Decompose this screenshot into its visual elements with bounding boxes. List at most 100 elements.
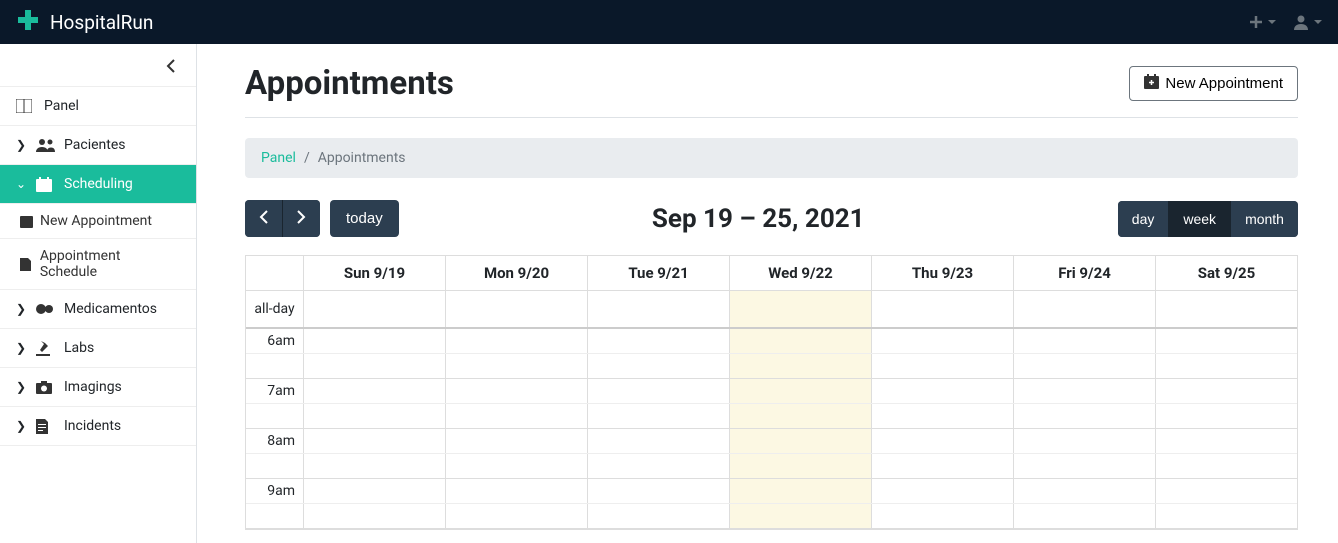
sidebar-item-medicamentos[interactable]: ❯ Medicamentos — [0, 290, 196, 329]
calendar-slot[interactable] — [1014, 379, 1156, 403]
calendar-slot[interactable] — [872, 504, 1014, 528]
calendar-slot[interactable] — [872, 354, 1014, 378]
calendar-slot[interactable] — [1014, 429, 1156, 453]
calendar-slot[interactable] — [872, 379, 1014, 403]
calendar-prev-button[interactable] — [245, 200, 283, 237]
calendar-slot[interactable] — [872, 404, 1014, 428]
calendar-slot[interactable] — [730, 479, 872, 503]
calendar-slot[interactable] — [446, 404, 588, 428]
calendar-slot[interactable] — [1156, 504, 1297, 528]
users-icon — [36, 138, 64, 152]
breadcrumb-home[interactable]: Panel — [261, 150, 296, 166]
sidebar-subitem-label: Appointment Schedule — [40, 248, 180, 280]
sidebar-subitem-new-appointment[interactable]: New Appointment — [0, 204, 196, 239]
sidebar-item-labs[interactable]: ❯ Labs — [0, 329, 196, 368]
calendar-day-header[interactable]: Tue 9/21 — [588, 256, 730, 290]
calendar-slot[interactable] — [588, 329, 730, 353]
calendar-slot[interactable] — [588, 354, 730, 378]
sidebar-item-label: Labs — [64, 340, 94, 356]
calendar-slot[interactable] — [1014, 479, 1156, 503]
calendar-slot[interactable] — [730, 429, 872, 453]
calendar-slot[interactable] — [1156, 379, 1297, 403]
calendar-slot[interactable] — [304, 354, 446, 378]
sidebar-collapse[interactable] — [0, 44, 196, 86]
calendar-slot[interactable] — [304, 329, 446, 353]
calendar-slot[interactable] — [588, 504, 730, 528]
calendar-slot[interactable] — [1156, 329, 1297, 353]
calendar-slot[interactable] — [588, 479, 730, 503]
calendar-allday-cell[interactable] — [446, 291, 588, 327]
calendar-slot[interactable] — [588, 379, 730, 403]
calendar-slot[interactable] — [1014, 404, 1156, 428]
calendar-plus-icon — [20, 215, 40, 228]
calendar-slot[interactable] — [588, 429, 730, 453]
view-day-button[interactable]: day — [1118, 201, 1170, 237]
calendar-day-header[interactable]: Sat 9/25 — [1156, 256, 1297, 290]
calendar-slot[interactable] — [446, 429, 588, 453]
calendar-slot[interactable] — [1014, 454, 1156, 478]
view-month-button[interactable]: month — [1231, 201, 1298, 237]
new-appointment-button[interactable]: New Appointment — [1129, 66, 1298, 101]
calendar-slot[interactable] — [446, 504, 588, 528]
calendar-allday-cell[interactable] — [1014, 291, 1156, 327]
calendar-slot[interactable] — [588, 404, 730, 428]
calendar-slot[interactable] — [730, 504, 872, 528]
sidebar-item-label: Medicamentos — [64, 301, 157, 317]
calendar-day-header[interactable]: Wed 9/22 — [730, 256, 872, 290]
calendar-slot[interactable] — [1014, 504, 1156, 528]
calendar-allday-cell[interactable] — [872, 291, 1014, 327]
calendar-slot[interactable] — [446, 329, 588, 353]
brand[interactable]: HospitalRun — [16, 8, 153, 37]
calendar-slot[interactable] — [1156, 429, 1297, 453]
calendar-day-header[interactable]: Fri 9/24 — [1014, 256, 1156, 290]
calendar-slot[interactable] — [1014, 329, 1156, 353]
sidebar-item-incidents[interactable]: ❯ Incidents — [0, 407, 196, 446]
calendar-slot[interactable] — [446, 454, 588, 478]
calendar-slot[interactable] — [446, 479, 588, 503]
calendar-today-button[interactable]: today — [330, 200, 399, 237]
calendar-slot[interactable] — [730, 379, 872, 403]
sidebar-item-panel[interactable]: Panel — [0, 86, 196, 126]
sidebar-item-pacientes[interactable]: ❯ Pacientes — [0, 126, 196, 165]
calendar-allday-cell[interactable] — [730, 291, 872, 327]
view-week-button[interactable]: week — [1169, 201, 1231, 237]
calendar-slot[interactable] — [446, 354, 588, 378]
calendar-allday-cell[interactable] — [1156, 291, 1297, 327]
calendar-slot[interactable] — [1156, 404, 1297, 428]
user-dropdown[interactable] — [1292, 13, 1322, 31]
sidebar-item-imagings[interactable]: ❯ Imagings — [0, 368, 196, 407]
calendar-slot[interactable] — [1014, 354, 1156, 378]
calendar-slot[interactable] — [304, 429, 446, 453]
calendar-slot[interactable] — [872, 329, 1014, 353]
calendar-day-header[interactable]: Thu 9/23 — [872, 256, 1014, 290]
calendar-slot[interactable] — [872, 429, 1014, 453]
calendar-day-header[interactable]: Sun 9/19 — [304, 256, 446, 290]
calendar-time-label: 8am — [246, 429, 304, 453]
calendar-next-button[interactable] — [283, 200, 320, 237]
calendar-slot[interactable] — [304, 504, 446, 528]
sidebar-subitem-appointment-schedule[interactable]: Appointment Schedule — [0, 239, 196, 290]
calendar-slot[interactable] — [1156, 479, 1297, 503]
calendar-slot[interactable] — [730, 454, 872, 478]
document-icon — [36, 419, 64, 434]
calendar-slot[interactable] — [304, 479, 446, 503]
calendar-slot[interactable] — [446, 379, 588, 403]
calendar-slot[interactable] — [872, 479, 1014, 503]
calendar-day-header[interactable]: Mon 9/20 — [446, 256, 588, 290]
calendar-slot[interactable] — [730, 354, 872, 378]
calendar-slot[interactable] — [872, 454, 1014, 478]
calendar-slot[interactable] — [304, 404, 446, 428]
calendar-slot[interactable] — [1156, 354, 1297, 378]
calendar-allday-cell[interactable] — [304, 291, 446, 327]
calendar-slot[interactable] — [1156, 454, 1297, 478]
allday-label: all-day — [246, 291, 304, 327]
calendar-body[interactable]: 6am7am8am9am — [246, 329, 1297, 529]
calendar-slot[interactable] — [730, 404, 872, 428]
calendar-slot[interactable] — [730, 329, 872, 353]
calendar-slot[interactable] — [588, 454, 730, 478]
calendar-slot[interactable] — [304, 454, 446, 478]
calendar-allday-cell[interactable] — [588, 291, 730, 327]
calendar-slot[interactable] — [304, 379, 446, 403]
add-dropdown[interactable] — [1248, 14, 1276, 30]
sidebar-item-scheduling[interactable]: ⌄ Scheduling — [0, 165, 196, 204]
